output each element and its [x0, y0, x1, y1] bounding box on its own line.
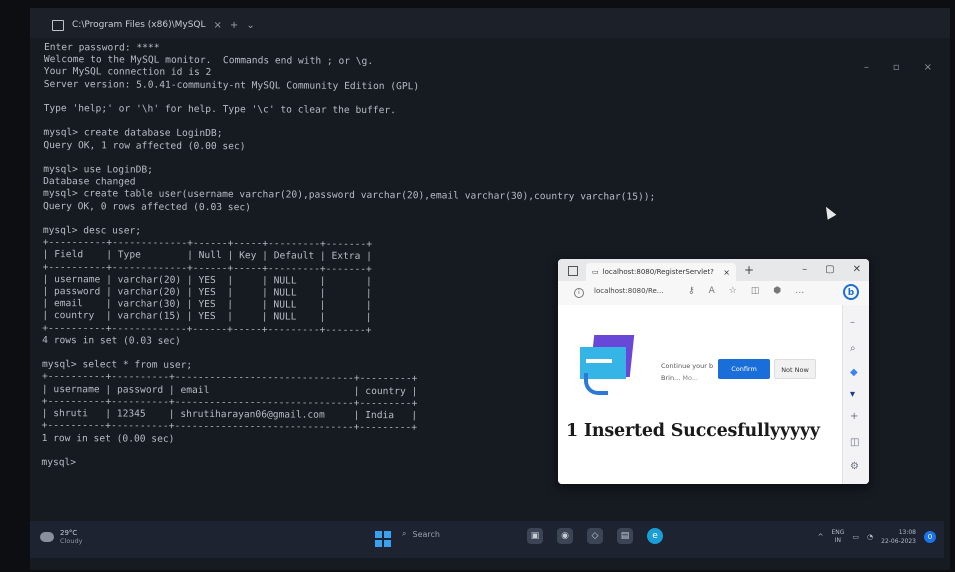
- browser-tabbar: ▭ localhost:8080/RegisterServlet? × + – …: [558, 259, 869, 281]
- network-icon[interactable]: ▭: [852, 533, 859, 541]
- weather-widget[interactable]: 29°C Cloudy: [40, 529, 82, 545]
- sync-promo-text: Continue your b Brin... Mo...: [661, 360, 713, 384]
- minus-icon[interactable]: –: [850, 317, 855, 328]
- volume-icon[interactable]: ◔: [867, 533, 873, 541]
- not-now-button[interactable]: Not Now: [774, 359, 816, 379]
- info-icon[interactable]: i: [574, 288, 584, 298]
- browser-window: ▭ localhost:8080/RegisterServlet? × + – …: [558, 259, 869, 484]
- new-tab-icon[interactable]: +: [230, 20, 238, 31]
- confirm-button[interactable]: Confirm: [718, 359, 770, 379]
- address-bar: i localhost:8080/Re... ⚷ A ☆ ◫ ⬢ … b: [558, 281, 869, 306]
- address-url[interactable]: localhost:8080/Re...: [594, 287, 663, 295]
- close-icon[interactable]: ×: [723, 268, 730, 277]
- edge-sidebar: – ⌕ ◆ ▾ + ◫ ⚙: [842, 305, 869, 484]
- file-explorer-icon[interactable]: ▤: [617, 528, 633, 544]
- taskbar-search[interactable]: ⌕ Search: [402, 529, 440, 539]
- close-window-icon[interactable]: ×: [924, 62, 932, 73]
- extensions-icon[interactable]: ⬢: [773, 286, 781, 296]
- address-bar-icons: ⚷ A ☆ ◫ ⬢ …: [688, 286, 804, 296]
- monitor-bezel: C:\Program Files (x86)\MySQL × + ⌄ – ▫ ×…: [0, 0, 955, 572]
- taskbar-apps: ▣ ◉ ◇ ▤ e: [527, 528, 663, 544]
- add-icon[interactable]: +: [850, 411, 858, 422]
- shopping-icon[interactable]: ◆: [850, 367, 858, 378]
- page-icon: ▭: [592, 268, 599, 276]
- system-tray: ^ ENG IN ▭ ◔ 13:08 22-06-2023 0: [818, 528, 936, 546]
- minimize-icon[interactable]: –: [802, 264, 807, 275]
- browser-tab[interactable]: ▭ localhost:8080/RegisterServlet? ×: [586, 263, 736, 281]
- chevron-up-icon[interactable]: ^: [818, 533, 824, 541]
- start-button[interactable]: [375, 531, 391, 547]
- page-content: Continue your b Brin... Mo... Confirm No…: [558, 305, 843, 484]
- security-icon[interactable]: ◇: [587, 528, 603, 544]
- browser-tab-title: localhost:8080/RegisterServlet?: [602, 268, 714, 276]
- search-placeholder: Search: [412, 529, 440, 539]
- search-icon: ⌕: [402, 529, 407, 538]
- more-options-icon[interactable]: …: [795, 286, 804, 296]
- new-tab-icon[interactable]: +: [744, 263, 754, 277]
- bing-copilot-icon[interactable]: b: [843, 284, 859, 300]
- page-heading: 1 Inserted Succesfullyyyyy: [566, 421, 820, 441]
- read-aloud-icon[interactable]: A: [709, 286, 715, 296]
- cloud-icon: [40, 532, 54, 542]
- clock[interactable]: 13:08 22-06-2023: [881, 528, 916, 546]
- sync-illustration-icon: [578, 335, 640, 395]
- app-icon[interactable]: ▣: [527, 528, 543, 544]
- language-indicator[interactable]: ENG IN: [831, 529, 844, 545]
- notification-badge[interactable]: 0: [924, 531, 936, 543]
- key-icon[interactable]: ⚷: [688, 286, 695, 296]
- region-code: IN: [834, 537, 842, 544]
- settings-icon[interactable]: ⚙: [850, 461, 859, 472]
- terminal-tab-title: C:\Program Files (x86)\MySQL: [72, 20, 206, 30]
- chat-icon[interactable]: ◉: [557, 528, 573, 544]
- search-icon[interactable]: ⌕: [850, 343, 856, 354]
- close-window-icon[interactable]: ✕: [853, 264, 861, 275]
- promo-line-1: Continue your b: [661, 362, 714, 370]
- promo-more-link[interactable]: Mo...: [682, 374, 698, 382]
- terminal-tab[interactable]: C:\Program Files (x86)\MySQL × + ⌄: [52, 15, 255, 35]
- browser-window-controls: – ▢ ✕: [802, 264, 861, 275]
- screen: C:\Program Files (x86)\MySQL × + ⌄ – ▫ ×…: [30, 8, 950, 570]
- edge-browser-icon[interactable]: e: [647, 528, 663, 544]
- tools-icon[interactable]: ▾: [850, 389, 855, 400]
- language-code: ENG: [831, 529, 845, 536]
- promo-line-2: Brin...: [661, 374, 681, 382]
- maximize-icon[interactable]: ▢: [825, 264, 834, 275]
- sidebar-panel-icon[interactable]: ◫: [850, 437, 859, 448]
- split-screen-icon[interactable]: ◫: [751, 286, 760, 296]
- taskbar: 29°C Cloudy ⌕ Search ▣ ◉ ◇ ▤ e ^ ENG IN …: [30, 521, 944, 558]
- terminal-window-icon: [52, 19, 64, 31]
- weather-temperature: 29°C: [60, 529, 78, 537]
- tab-actions-icon[interactable]: [568, 266, 578, 276]
- chevron-down-icon[interactable]: ⌄: [246, 20, 254, 31]
- terminal-titlebar: C:\Program Files (x86)\MySQL × + ⌄: [30, 8, 950, 38]
- weather-condition: Cloudy: [60, 537, 83, 545]
- favorite-star-icon[interactable]: ☆: [729, 286, 737, 296]
- clock-time: 13:08: [898, 529, 916, 536]
- clock-date: 22-06-2023: [881, 538, 916, 545]
- close-icon[interactable]: ×: [214, 20, 222, 31]
